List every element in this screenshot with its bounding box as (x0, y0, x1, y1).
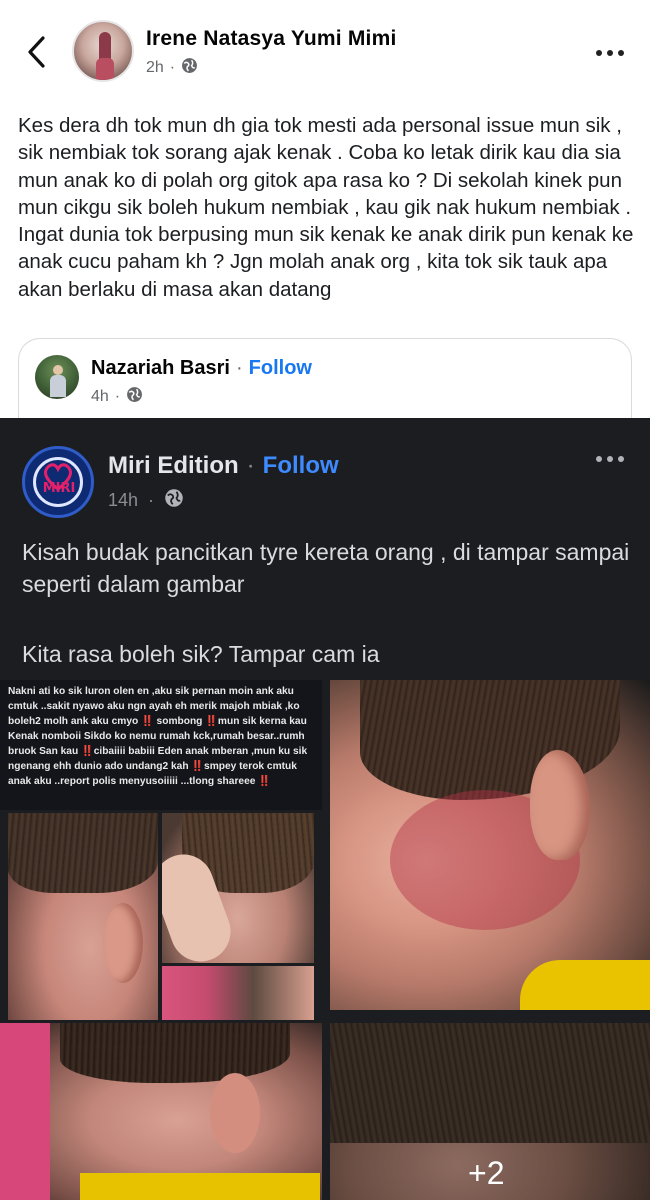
post-meta: 2h · (146, 57, 198, 79)
meta-separator: · (114, 388, 121, 405)
embedded-page-name[interactable]: Miri Edition (108, 452, 239, 480)
embedded-screenshot[interactable]: MIRI Miri Edition · Follow 14h · Kisah b… (0, 418, 650, 1200)
shared-post-meta: 4h · (91, 386, 143, 408)
follow-button[interactable]: Follow (249, 357, 312, 380)
globe-icon (164, 488, 184, 513)
shared-post-card[interactable]: Nazariah Basri · Follow 4h · (18, 338, 632, 428)
embedded-post-time: 14h (108, 490, 139, 510)
meta-separator: · (169, 59, 176, 76)
embedded-follow-button[interactable]: Follow (263, 452, 339, 480)
post-header: Irene Natasya Yumi Mimi 2h · (0, 0, 650, 100)
more-photos-count: +2 (468, 1155, 505, 1191)
shared-separator: · (235, 357, 243, 379)
photo-small-1 (8, 813, 158, 1020)
embedded-post-text-2: Kita rasa boleh sik? Tampar cam ia (22, 641, 380, 667)
logo-text: MIRI (42, 481, 76, 496)
post-time[interactable]: 2h (146, 59, 164, 77)
photo-main (330, 680, 650, 1010)
embedded-page-row: Miri Edition · Follow (108, 452, 339, 480)
shared-author-avatar[interactable] (35, 355, 79, 399)
back-arrow-icon[interactable] (18, 30, 54, 74)
page-logo[interactable]: MIRI (22, 446, 94, 518)
embedded-post-meta: 14h · (108, 488, 184, 513)
embedded-more-options-icon (596, 456, 624, 462)
shared-author-row: Nazariah Basri · Follow (91, 357, 312, 380)
author-avatar[interactable] (72, 20, 134, 82)
globe-icon (126, 386, 143, 408)
author-name[interactable]: Irene Natasya Yumi Mimi (146, 27, 397, 51)
post-text: Kes dera dh tok mun dh gia tok mesti ada… (18, 114, 640, 301)
meta-separator: · (148, 490, 155, 510)
globe-icon (181, 57, 198, 79)
photo-caption-text: Nakni ati ko sik luron olen en ,aku sik … (8, 686, 308, 787)
shared-author-name[interactable]: Nazariah Basri (91, 357, 230, 380)
photo-small-2 (162, 813, 314, 963)
more-options-icon[interactable] (596, 46, 632, 60)
photo-bottom-left (0, 1023, 322, 1200)
embedded-separator: · (246, 452, 255, 479)
photo-bottom-right: +2 (330, 1023, 650, 1200)
embedded-post-text: Kisah budak pancitkan tyre kereta orang … (22, 539, 630, 597)
photo-small-3 (162, 966, 314, 1020)
shared-post-time[interactable]: 4h (91, 388, 109, 406)
photo-caption-screenshot: Nakni ati ko sik luron olen en ,aku sik … (0, 680, 322, 810)
